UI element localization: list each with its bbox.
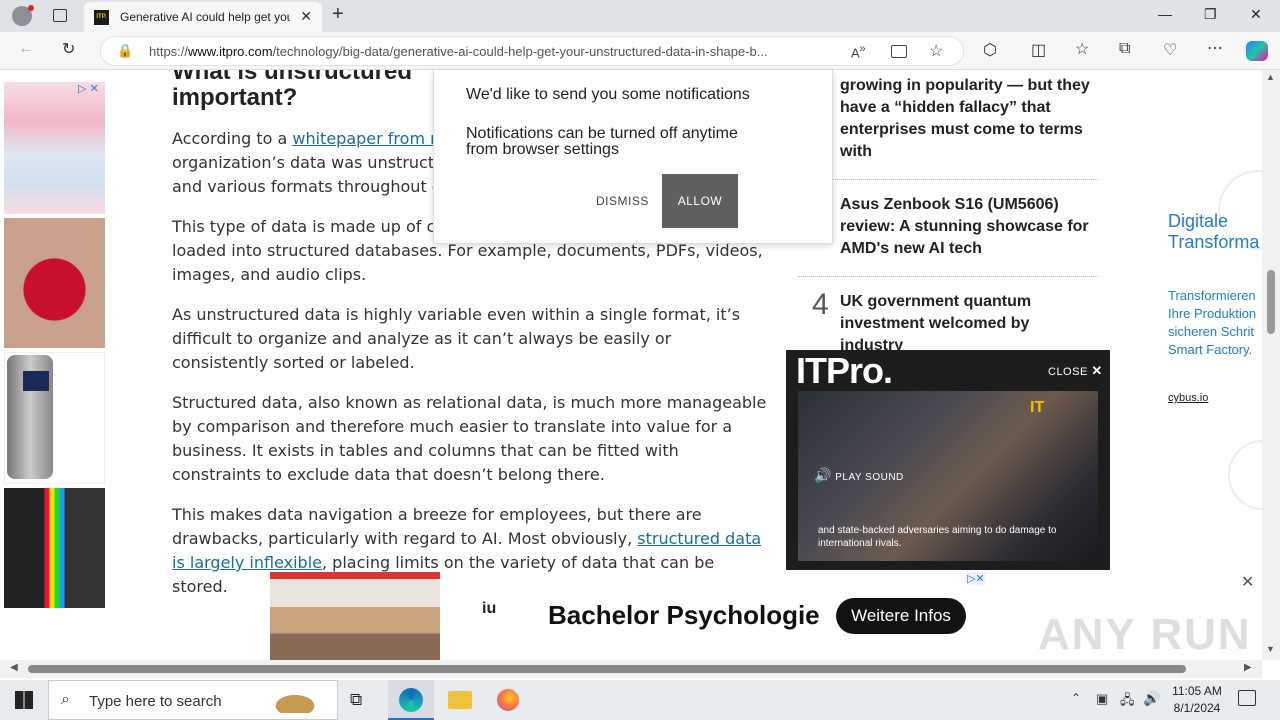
browser-tab-bar: ITP. Generative AI could help get you ✕ … [0,0,1280,32]
ad-body: Transformieren Ihre Produktion sicheren … [1168,288,1257,357]
url-bar[interactable]: 🔒 https://www.itpro.com/technology/big-d… [100,36,964,66]
video-player[interactable]: ITPro. CLOSE ✕ IT 🔊 PLAY SOUND and state… [786,350,1110,570]
horizontal-scrollbar[interactable]: ◀ ▶ [0,660,1262,678]
banner-photo [270,572,440,660]
address-toolbar: ← ↻ 🔒 https://www.itpro.com/technology/b… [0,32,1280,70]
notification-permission-dialog: We'd like to send you some notifications… [433,70,833,244]
adchoices-icon[interactable]: ▷ ✕ [78,82,99,95]
adchoices-icon[interactable]: ▷✕ [967,572,985,585]
vertical-scrollbar[interactable]: ▲ ▼ [1262,70,1280,660]
search-icon: ⌕ [61,691,70,708]
divider [798,179,1098,180]
close-tab-icon[interactable]: ✕ [300,8,312,25]
firefox-icon[interactable] [497,689,519,711]
video-watermark: IT [1030,399,1045,416]
volume-icon[interactable]: 🔊 [1143,690,1160,707]
ad-product-image[interactable] [4,488,105,608]
notification-message: We'd like to send you some notifications [466,86,750,103]
taskbar-search-box[interactable]: ⌕ Type here to search [48,680,338,720]
lock-icon: 🔒 [117,43,134,58]
ad-link[interactable]: cybus.io [1168,392,1208,404]
ad-decor-circles [1228,440,1262,510]
split-screen-icon[interactable]: ◫ [1031,40,1046,60]
tray-device-icon[interactable]: ▣ [1096,691,1108,707]
clock-date[interactable]: 8/1/2024 [1168,701,1226,715]
refresh-icon[interactable]: ↻ [62,39,75,59]
trending-rank-number: 4 [812,288,829,321]
read-aloud-icon[interactable]: A» [851,43,866,60]
network-icon[interactable]: 🖧 [1120,691,1135,713]
notification-submessage: Notifications can be turned off anytime … [466,125,738,158]
banner-cta-button[interactable]: Weitere Infos [836,598,966,634]
horizontal-scroll-thumb[interactable] [28,665,1186,673]
new-tab-icon[interactable]: + [332,3,344,26]
trending-item[interactable]: Asus Zenbook S16 (UM5606) review: A stun… [840,194,1090,260]
back-icon[interactable]: ← [18,40,34,58]
file-explorer-icon[interactable] [448,691,472,709]
paragraph: As unstructured data is highly variable … [172,305,741,372]
minimize-icon[interactable]: — [1158,6,1172,22]
favorites-icon[interactable]: ☆ [1075,39,1089,59]
itpro-favicon-icon: ITP. [94,10,109,25]
window-close-icon[interactable]: ✕ [1250,6,1262,23]
edge-taskbar-icon[interactable] [388,680,434,720]
right-side-ad[interactable]: Digitale Transforma Transformieren Ihre … [1158,150,1262,640]
video-close-button[interactable]: CLOSE ✕ [1048,363,1103,379]
trending-item[interactable]: UK government quantum investment welcome… [840,291,1090,353]
video-frame[interactable]: IT 🔊 PLAY SOUND and state-backed adversa… [798,391,1098,561]
vertical-scroll-thumb[interactable] [1267,270,1275,334]
notification-dot-icon [28,5,34,11]
anyrun-watermark: ANY RUN [1038,610,1252,659]
allow-button[interactable]: ALLOW [662,174,738,228]
url-text: https://www.itpro.com/technology/big-dat… [149,44,768,59]
banner-headline: Bachelor Psychologie [548,600,820,630]
whitepaper-link[interactable]: whitepaper from re [292,129,446,148]
windows-start-icon[interactable] [15,691,33,709]
ad-product-image[interactable] [4,218,105,348]
favorite-star-icon[interactable]: ☆ [929,41,943,61]
restore-icon[interactable]: ❐ [1204,6,1217,23]
paragraph: Structured data, also known as relationa… [172,393,767,484]
banner-close-icon[interactable]: ✕ [1241,572,1254,592]
trending-item[interactable]: growing in popularity — but they have a … [840,75,1090,163]
iu-logo: iu [482,600,497,617]
collections-icon[interactable]: ⧉ [1119,40,1130,58]
extensions-icon[interactable]: ⬡ [983,40,997,60]
tab-title: Generative AI could help get you [120,10,290,24]
itpro-logo: ITPro. [796,350,893,391]
search-placeholder: Type here to search [89,693,222,710]
immersive-reader-icon[interactable] [891,45,907,58]
notification-center-icon[interactable] [1238,690,1256,706]
copilot-icon[interactable] [1246,41,1268,61]
search-decor-hat-icon [265,689,325,713]
ad-product-image[interactable] [4,82,105,214]
close-icon: ✕ [1091,363,1103,378]
play-sound-button[interactable]: 🔊 PLAY SOUND [814,467,904,484]
tab-actions-icon[interactable] [53,9,67,22]
section-heading-line2: important? [172,84,298,111]
tray-chevron-icon[interactable]: ⌃ [1071,691,1081,705]
task-view-icon[interactable]: ⧉ [350,690,362,710]
windows-taskbar: ⌕ Type here to search ⧉ ⌃ ▣ 🖧 🔊 11:05 AM… [0,680,1280,720]
ad-product-image[interactable] [4,352,105,484]
tab-active[interactable]: ITP. Generative AI could help get you ✕ [84,2,322,32]
clock-time[interactable]: 11:05 AM [1171,684,1223,698]
performance-icon[interactable]: ♡ [1163,40,1177,60]
speaker-icon: 🔊 [814,467,832,483]
video-caption: and state-backed adversaries aiming to d… [818,525,1057,549]
dismiss-button[interactable]: DISMISS [596,194,649,208]
divider [798,276,1098,277]
ad-title: Digitale Transforma [1168,211,1260,252]
more-menu-icon[interactable]: ⋯ [1207,38,1223,58]
bottom-banner-ad[interactable]: iu Bachelor Psychologie Weitere Infos ▷✕ [270,572,996,660]
